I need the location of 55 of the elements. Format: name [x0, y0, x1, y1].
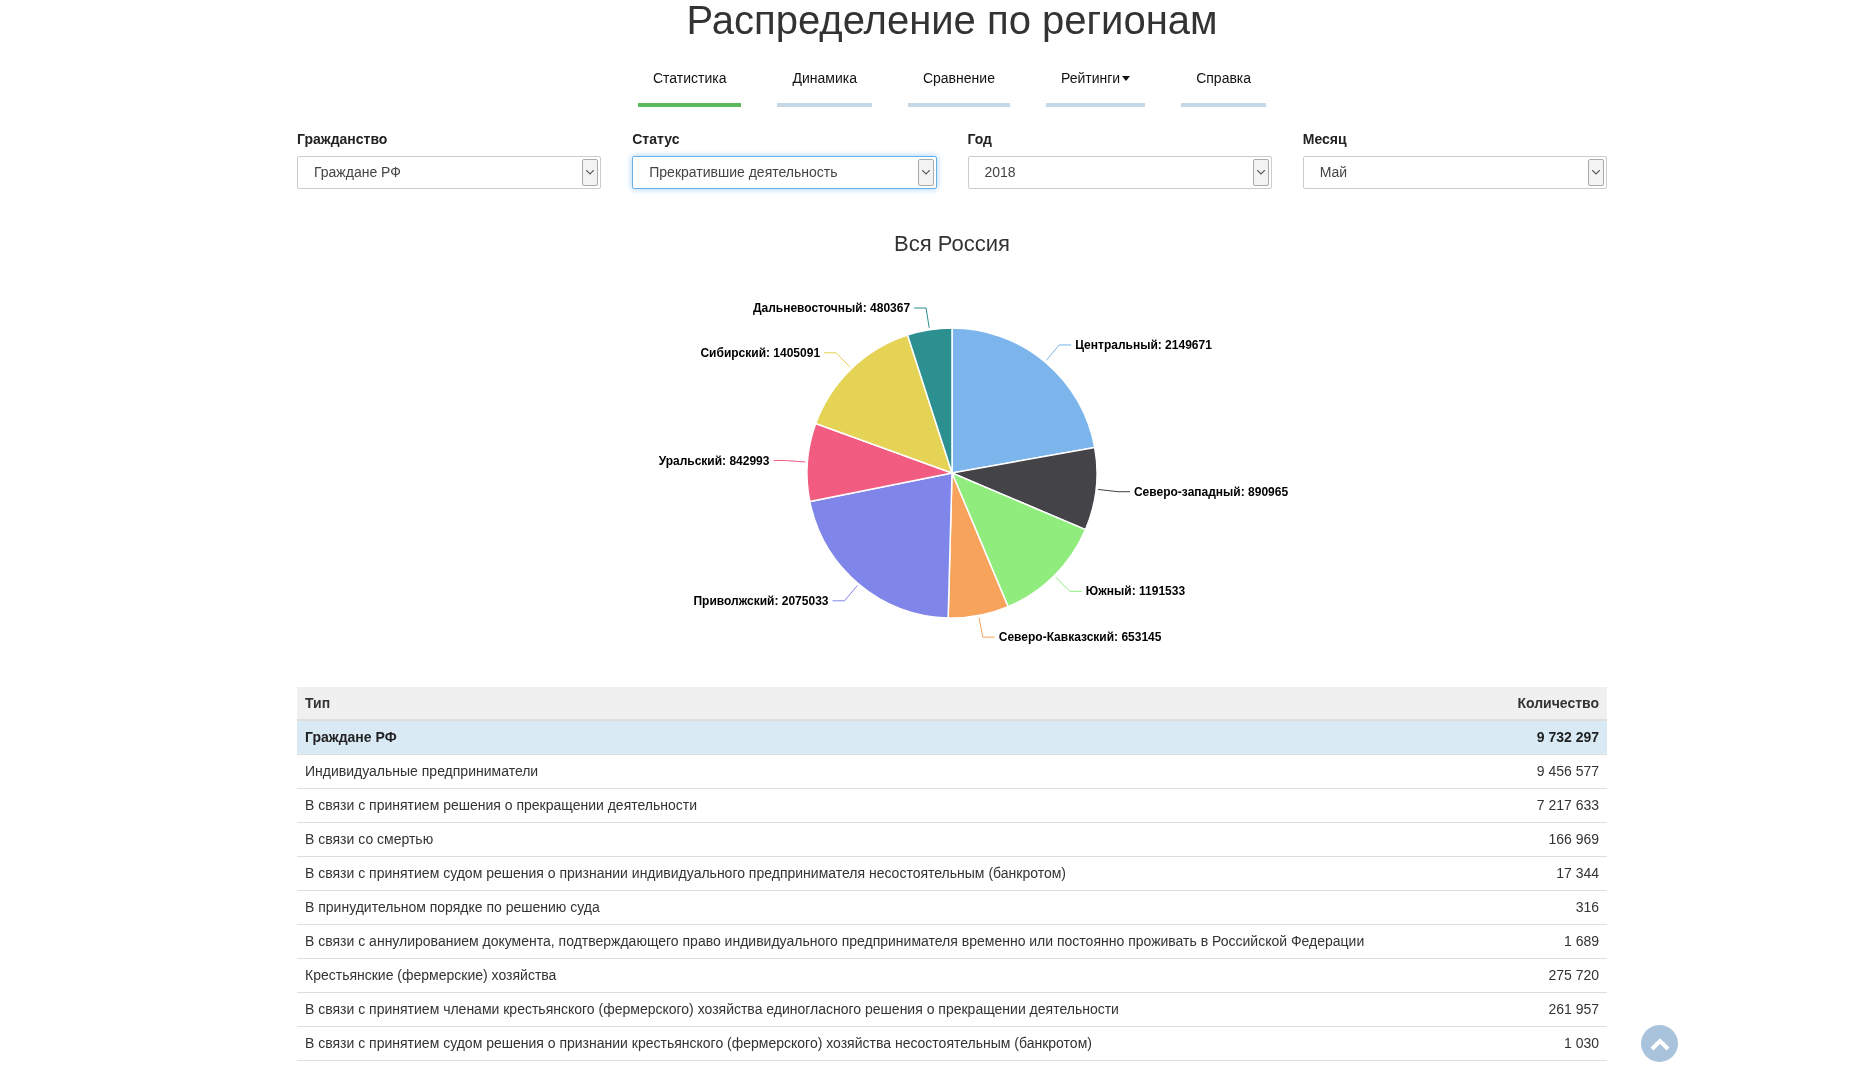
data-label: Центральный: 2149671 [1075, 337, 1212, 352]
nav-tab[interactable]: Динамика [777, 62, 872, 107]
column-header: Количество [1517, 693, 1599, 713]
table-cell-text: В связи с аннулированием документа, подтверждающего право индивидуального предпринимателя временно или постоянно проживать в Российской Федерации [305, 932, 1365, 951]
page-title: Распределение по регионам [685, 0, 1219, 42]
select-field[interactable]: Прекратившие деятельность [632, 156, 937, 189]
table-cell-text: 275 720 [1548, 966, 1599, 985]
leader-line [1097, 488, 1131, 493]
table-cell-text: В связи с принятием решения о прекращении деятельности [305, 796, 697, 815]
leader-line [978, 617, 996, 638]
filter-label: Год [967, 130, 993, 149]
data-label: Северо-Кавказский: 653145 [998, 630, 1162, 645]
table-cell-text: 1 689 [1563, 932, 1599, 951]
table-cell-text: 17 344 [1556, 864, 1599, 883]
data-label: Уральский: 842993 [658, 453, 770, 468]
leader-line [832, 585, 858, 602]
leader-line [1045, 344, 1072, 361]
table-cell-text: 261 957 [1548, 1000, 1599, 1019]
leader-line [913, 307, 930, 329]
select-field[interactable]: Граждане РФ [297, 156, 602, 189]
data-label: Северо-западный: 890965 [1133, 484, 1289, 499]
table-cell-text: Индивидуальные предприниматели [305, 762, 539, 781]
filter-label: Месяц [1302, 130, 1348, 149]
table-cell-text: В связи с принятием судом решения о признании индивидуального предпринимателя несостоятельным (банкротом) [305, 864, 1066, 883]
table-cell-text: Граждане РФ [305, 728, 397, 747]
table-cell-text: 166 969 [1548, 830, 1599, 849]
table-cell-text: 1 030 [1563, 1034, 1599, 1053]
leader-line [1055, 576, 1083, 592]
table-cell-text: В связи со смертью [305, 830, 434, 849]
chevron-up-icon [1649, 1036, 1670, 1051]
nav-tab[interactable]: Статистика [637, 62, 742, 107]
leader-line [772, 460, 806, 463]
table-cell-text: В связи с принятием членами крестьянского (фермерского) хозяйства единогласного решения о прекращении деятельности [305, 1000, 1119, 1019]
chart-title: Вся Россия [893, 230, 1011, 257]
data-label: Сибирский: 1405091 [700, 345, 821, 360]
data-label: Южный: 1191533 [1085, 584, 1186, 599]
leader-line [823, 352, 851, 368]
column-header: Тип [305, 693, 331, 713]
scroll-to-top-button[interactable] [1641, 1025, 1678, 1062]
select-field[interactable]: 2018 [967, 156, 1272, 189]
nav-tab[interactable]: Сравнение [907, 62, 1010, 107]
nav-tab[interactable]: Справка [1181, 62, 1267, 107]
nav-tab[interactable]: Рейтинги [1045, 62, 1146, 107]
table-cell-text: 316 [1575, 898, 1599, 917]
table-cell-text: 9 732 297 [1536, 728, 1599, 747]
table-cell-text: 9 456 577 [1536, 762, 1599, 781]
filter-label: Статус [632, 130, 681, 149]
table-cell-text: 7 217 633 [1536, 796, 1599, 815]
table-cell-text: В связи с принятием судом решения о признании крестьянского (фермерского) хозяйства несостоятельным (банкротом) [305, 1034, 1092, 1053]
select-field[interactable]: Май [1302, 156, 1607, 189]
table-cell-text: Крестьянские (фермерские) хозяйства [305, 966, 557, 985]
data-label: Приволжский: 2075033 [693, 593, 829, 608]
filter-label: Гражданство [297, 130, 389, 149]
data-label: Дальневосточный: 480367 [752, 301, 911, 315]
table-cell-text: В принудительном порядке по решению суда [305, 898, 600, 917]
